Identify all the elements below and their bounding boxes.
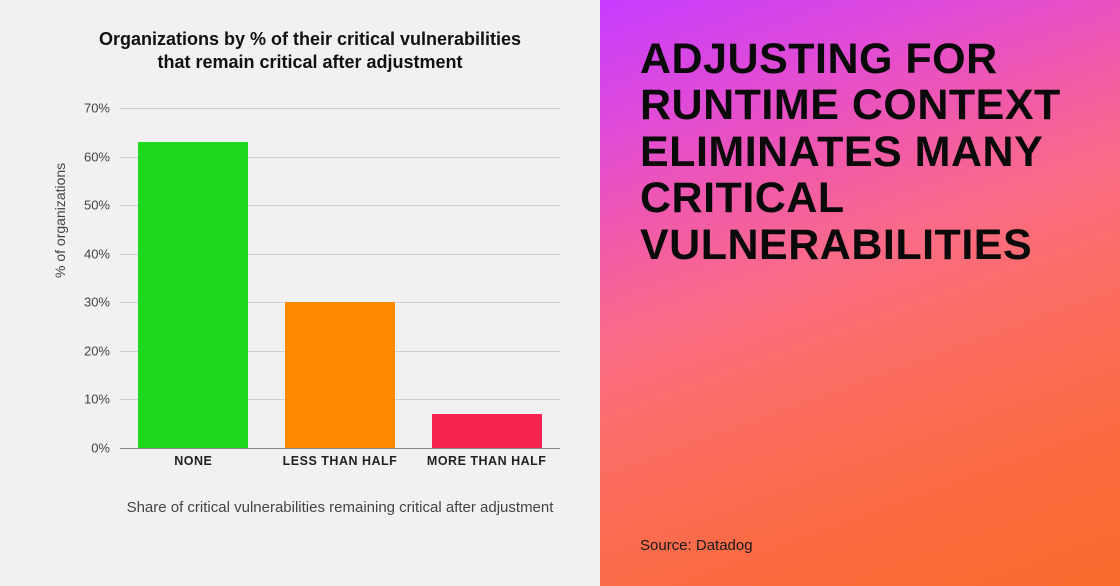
y-tick-label: 30% bbox=[60, 295, 110, 310]
bar bbox=[138, 142, 248, 448]
y-tick-label: 50% bbox=[60, 198, 110, 213]
y-tick-label: 20% bbox=[60, 343, 110, 358]
x-axis-label: Share of critical vulnerabilities remain… bbox=[120, 498, 560, 518]
y-tick-label: 0% bbox=[60, 441, 110, 456]
bar bbox=[432, 414, 542, 448]
x-tick-label: MORE THAN HALF bbox=[414, 454, 560, 468]
y-tick-label: 10% bbox=[60, 392, 110, 407]
x-tick-label: LESS THAN HALF bbox=[267, 454, 413, 468]
chart-panel: Organizations by % of their critical vul… bbox=[0, 0, 600, 586]
gridline bbox=[120, 448, 560, 449]
figure-root: Organizations by % of their critical vul… bbox=[0, 0, 1120, 586]
headline-text: ADJUSTING FOR RUNTIME CONTEXT ELIMINATES… bbox=[640, 36, 1080, 268]
headline-panel: ADJUSTING FOR RUNTIME CONTEXT ELIMINATES… bbox=[600, 0, 1120, 586]
y-tick-label: 70% bbox=[60, 101, 110, 116]
y-tick-label: 40% bbox=[60, 246, 110, 261]
gridline bbox=[120, 108, 560, 109]
bar bbox=[285, 302, 395, 448]
y-tick-label: 60% bbox=[60, 149, 110, 164]
chart-title: Organizations by % of their critical vul… bbox=[80, 28, 540, 75]
x-tick-label: NONE bbox=[120, 454, 266, 468]
source-text: Source: Datadog bbox=[640, 537, 1080, 554]
plot-area: 0%10%20%30%40%50%60%70%NONELESS THAN HAL… bbox=[120, 108, 560, 448]
